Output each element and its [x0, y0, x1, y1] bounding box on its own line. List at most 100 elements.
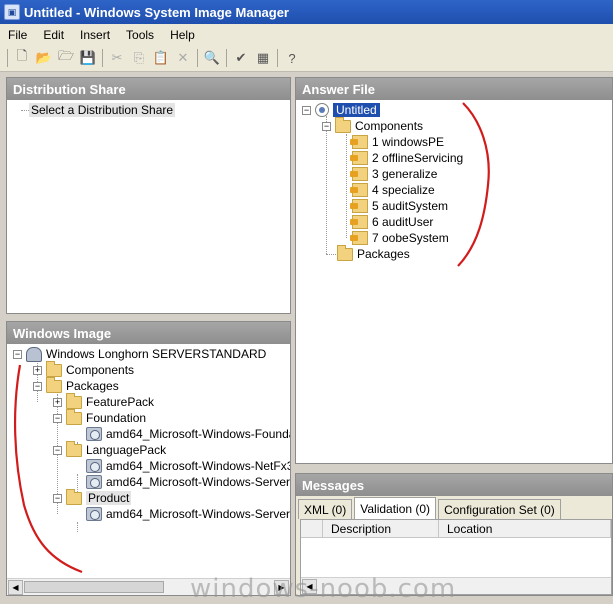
save-icon[interactable]: 💾 [77, 47, 99, 69]
pass-label: 7 oobeSystem [372, 231, 449, 245]
distribution-share-header: Distribution Share [7, 78, 290, 100]
package-icon [86, 427, 102, 441]
distribution-share-panel: Distribution Share Select a Distribution… [6, 77, 291, 314]
pass-label: 2 offlineServicing [372, 151, 464, 165]
tab-xml[interactable]: XML (0) [298, 499, 353, 519]
menu-insert[interactable]: Insert [80, 28, 110, 42]
menu-tools[interactable]: Tools [126, 28, 154, 42]
column-header-location[interactable]: Location [439, 520, 611, 538]
folder-icon [335, 116, 351, 133]
toolbar: 🗋 📂 🗁 💾 ✂ ⎘ 📋 ✕ 🔍 ✔ ▦ ? [0, 45, 613, 72]
collapse-icon[interactable]: − [33, 381, 42, 391]
folder-icon [66, 440, 82, 457]
tree-node-pass[interactable]: 5 auditSystem [350, 198, 449, 214]
menu-help[interactable]: Help [170, 28, 195, 42]
toolbar-separator [226, 49, 227, 67]
tree-node-pass[interactable]: 4 specialize [350, 182, 435, 198]
collapse-icon[interactable]: − [53, 493, 62, 503]
tree-node-foundation-package[interactable]: amd64_Microsoft-Windows-Foundation [86, 426, 290, 442]
tree-node-pass[interactable]: 2 offlineServicing [350, 150, 464, 166]
pass-icon [350, 135, 368, 149]
windows-image-header: Windows Image [7, 322, 290, 344]
pass-label: 5 auditSystem [372, 199, 449, 213]
column-header-description[interactable]: Description [323, 520, 439, 538]
foundation-label: Foundation [86, 411, 147, 425]
product-label: Product [86, 491, 132, 505]
windows-image-panel: Windows Image − Windows Longhorn SERVERS… [6, 321, 291, 596]
answer-packages-label: Packages [357, 247, 410, 261]
collapse-icon[interactable]: − [53, 413, 62, 423]
tree-node-pass[interactable]: 1 windowsPE [350, 134, 445, 150]
menu-edit[interactable]: Edit [43, 28, 64, 42]
new-icon[interactable]: 🗋 [11, 47, 33, 69]
tree-node-answer-packages[interactable]: Packages [337, 244, 410, 262]
image-root-label: Windows Longhorn SERVERSTANDARD [46, 347, 267, 361]
toolbar-grip [7, 49, 8, 67]
validate-icon[interactable]: ✔ [230, 47, 252, 69]
toolbar-separator [277, 49, 278, 67]
open-distribution-icon[interactable]: 🗁 [55, 47, 77, 69]
pass-icon [350, 167, 368, 181]
tree-node-pass[interactable]: 6 auditUser [350, 214, 434, 230]
pass-icon [350, 231, 368, 245]
folder-icon [66, 488, 82, 505]
tree-line [77, 522, 78, 532]
pass-label: 6 auditUser [372, 215, 434, 229]
product-package-label: amd64_Microsoft-Windows-ServerStan [106, 507, 290, 521]
pass-icon [350, 183, 368, 197]
tree-line [346, 134, 347, 238]
folder-icon [337, 244, 353, 261]
scroll-left-icon[interactable]: ◀ [8, 580, 23, 595]
find-icon[interactable]: 🔍 [201, 47, 223, 69]
lang-package-2-label: amd64_Microsoft-Windows-Server-Lan [106, 475, 290, 489]
menu-file[interactable]: File [8, 28, 27, 42]
tree-node-pass[interactable]: 3 generalize [350, 166, 438, 182]
tree-node-answer-components[interactable]: − Components [322, 116, 424, 134]
tree-node-packages[interactable]: − Packages [33, 376, 119, 394]
expand-icon[interactable]: + [53, 397, 62, 407]
column-header-blank [301, 520, 323, 538]
collapse-icon[interactable]: − [302, 105, 311, 115]
scroll-thumb[interactable] [24, 581, 164, 593]
answer-file-header: Answer File [296, 78, 612, 100]
tree-node-product[interactable]: − Product [53, 488, 132, 506]
folder-icon [46, 376, 62, 393]
copy-icon[interactable]: ⎘ [128, 47, 150, 69]
title-bar: ▣ Untitled - Windows System Image Manage… [0, 0, 613, 24]
tree-node-foundation[interactable]: − Foundation [53, 408, 147, 426]
answer-components-label: Components [355, 119, 424, 133]
collapse-icon[interactable]: − [13, 349, 22, 359]
pass-label: 4 specialize [372, 183, 435, 197]
tree-node-product-package[interactable]: amd64_Microsoft-Windows-ServerStan [86, 506, 290, 522]
pass-icon [350, 199, 368, 213]
pass-label: 3 generalize [372, 167, 438, 181]
collapse-icon[interactable]: − [322, 121, 331, 131]
toolbar-separator [197, 49, 198, 67]
tab-validation[interactable]: Validation (0) [354, 497, 437, 519]
tree-line [326, 116, 327, 254]
tree-node-lang-package-1[interactable]: amd64_Microsoft-Windows-NetFx3-OC [86, 458, 290, 474]
messages-header: Messages [296, 474, 612, 496]
folder-icon [66, 392, 82, 409]
package-icon [86, 459, 102, 473]
collapse-icon[interactable]: − [53, 445, 62, 455]
tab-configuration-set[interactable]: Configuration Set (0) [438, 499, 561, 519]
tree-node-languagepack[interactable]: − LanguagePack [53, 440, 166, 458]
featurepack-label: FeaturePack [86, 395, 155, 409]
create-config-set-icon[interactable]: ▦ [252, 47, 274, 69]
expand-icon[interactable]: + [33, 365, 42, 375]
open-icon[interactable]: 📂 [33, 47, 55, 69]
cut-icon[interactable]: ✂ [106, 47, 128, 69]
answer-file-icon [315, 103, 329, 117]
window-title: Untitled - Windows System Image Manager [24, 4, 289, 20]
pass-label: 1 windowsPE [372, 135, 445, 149]
messages-grid-header: Description Location [301, 520, 611, 538]
tree-node-lang-package-2[interactable]: amd64_Microsoft-Windows-Server-Lan [86, 474, 290, 490]
help-icon[interactable]: ? [281, 47, 303, 69]
packages-label: Packages [66, 379, 119, 393]
paste-icon[interactable]: 📋 [150, 47, 172, 69]
delete-icon[interactable]: ✕ [172, 47, 194, 69]
tree-node-pass[interactable]: 7 oobeSystem [350, 230, 449, 246]
select-distribution-share-item[interactable]: Select a Distribution Share [29, 102, 176, 118]
foundation-package-label: amd64_Microsoft-Windows-Foundation [106, 427, 290, 441]
